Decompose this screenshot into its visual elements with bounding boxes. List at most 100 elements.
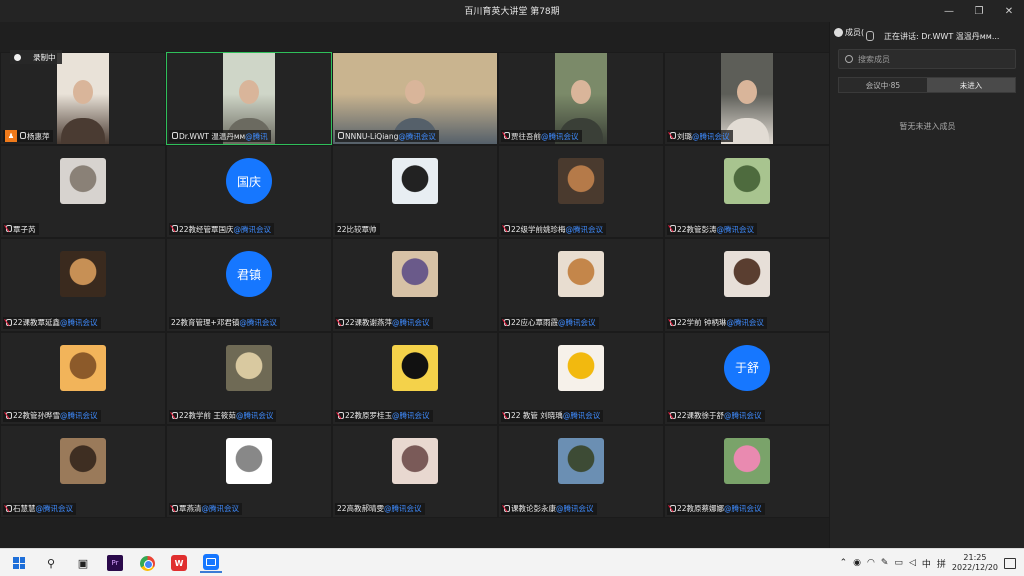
avatar — [60, 437, 106, 484]
participant-tile[interactable]: 22教学前 王筱茹 @腾讯会议 — [166, 331, 332, 425]
system-tray: ⌃ ◉ ◠ ✎ ▭ ◁ 中 拼 21:25 2022/12/20 — [840, 552, 1016, 574]
search-icon[interactable]: ⚲ — [40, 553, 62, 573]
participant-tile[interactable]: 22课教谢燕萍 @腾讯会议 — [332, 238, 498, 332]
participant-tile[interactable]: ♟ 杨惠萍 — [0, 52, 166, 146]
participant-name: 22教原蔡娜娜 — [677, 504, 725, 514]
recording-badge[interactable]: 录制中 — [10, 50, 62, 64]
participant-tile[interactable]: 22教原蔡娜娜 @腾讯会议 — [664, 424, 830, 518]
participant-tile[interactable]: 国庆 22教经管覃国庆 @腾讯会议 — [166, 145, 332, 239]
participant-suffix: @腾讯会议 — [384, 504, 422, 514]
participant-tile[interactable]: NNNU-LiQiang @腾讯会议 — [332, 52, 498, 146]
network-icon[interactable]: ◉ — [853, 558, 861, 568]
participant-suffix: @腾讯会议 — [235, 411, 274, 421]
participant-tile[interactable]: 22教管彭涛 @腾讯会议 — [664, 145, 830, 239]
participant-tile[interactable]: 石慧慧 @腾讯会议 — [0, 424, 166, 518]
participant-nameplate: 22学前 钟柄琳 @腾讯会议 — [667, 316, 767, 329]
mic-muted-icon — [669, 318, 676, 327]
volume-icon[interactable]: ◁ — [909, 558, 916, 568]
participant-tile[interactable]: 22学前 钟柄琳 @腾讯会议 — [664, 238, 830, 332]
ime-indicator[interactable]: 中 — [922, 557, 931, 570]
microphone-icon — [337, 132, 344, 140]
participant-tile[interactable]: 覃燕清 @腾讯会议 — [166, 424, 332, 518]
participant-tile[interactable]: 课教论彭永康 @腾讯会议 — [498, 424, 664, 518]
participant-suffix: @腾讯会议 — [558, 318, 596, 328]
mic-muted-icon — [669, 504, 676, 513]
participant-nameplate: 22级学前姚珍梅 @腾讯会议 — [501, 223, 607, 236]
participant-name: 22教育管理+邓君镇 — [171, 318, 240, 328]
ime-mode-indicator[interactable]: 拼 — [937, 557, 946, 570]
participant-nameplate: 22 教管 刘晓瑀 @腾讯会议 — [501, 409, 604, 422]
members-panel: 成员( 会议中·85 未进入 暂无未进入成员 — [829, 22, 1024, 548]
participant-name: 22教经管覃国庆 — [179, 224, 234, 234]
participant-nameplate: 22教管孙晔雪 @腾讯会议 — [3, 409, 101, 422]
participant-tile[interactable]: 22教原罗桂玉 @腾讯会议 — [332, 331, 498, 425]
start-button[interactable] — [8, 553, 30, 573]
participant-tile[interactable]: 22级学前姚珍梅 @腾讯会议 — [498, 145, 664, 239]
speaking-label: 正在讲话: Dr.WWT 温温丹мм... — [884, 31, 1000, 41]
minimize-button[interactable]: — — [934, 0, 964, 22]
wifi-icon[interactable]: ◠ — [867, 558, 875, 568]
participant-silhouette — [737, 80, 757, 105]
participant-tile[interactable]: 22高教郝晴雯 @腾讯会议 — [332, 424, 498, 518]
tab-not-joined[interactable]: 未进入 — [927, 78, 1015, 92]
participant-suffix: @腾讯会议 — [239, 318, 277, 328]
participant-tile[interactable]: 覃子芮 — [0, 145, 166, 239]
participant-suffix: @腾讯会议 — [724, 411, 762, 421]
premiere-app-icon[interactable]: Pr — [104, 553, 126, 573]
avatar — [226, 437, 272, 484]
participant-nameplate: ♟ 杨惠萍 — [3, 130, 53, 143]
avatar — [558, 437, 604, 484]
maximize-button[interactable]: ❐ — [964, 0, 994, 22]
mic-muted-icon — [669, 132, 676, 140]
empty-state-text: 暂无未进入成员 — [899, 122, 956, 131]
avatar — [558, 158, 604, 205]
avatar — [724, 251, 770, 298]
notification-icon[interactable] — [1004, 557, 1016, 569]
member-search-input[interactable] — [858, 54, 1008, 64]
participant-nameplate: 22课教徐于舒 @腾讯会议 — [667, 409, 765, 422]
pen-icon[interactable]: ✎ — [881, 558, 889, 568]
member-tabs: 会议中·85 未进入 — [838, 77, 1016, 93]
title-bar: 百川育英大讲堂 第78期 — ❐ ✕ — [0, 0, 1024, 22]
participant-tile[interactable]: 22比较覃帅 — [332, 145, 498, 239]
wps-app-icon[interactable]: W — [168, 553, 190, 573]
participant-name: 覃燕清 — [179, 504, 202, 514]
participant-tile[interactable]: 22教管孙晔雪 @腾讯会议 — [0, 331, 166, 425]
tencent-meeting-app-icon[interactable] — [200, 553, 222, 573]
participant-suffix: @腾讯会议 — [562, 411, 601, 421]
participant-tile[interactable]: 君镇 22教育管理+邓君镇 @腾讯会议 — [166, 238, 332, 332]
participant-suffix: @腾讯会议 — [692, 131, 730, 141]
participant-name: 22高教郝晴雯 — [337, 504, 385, 514]
participant-name: Dr.WWT 温温丹мм — [179, 131, 246, 141]
battery-icon[interactable]: ▭ — [894, 558, 903, 568]
participant-tile[interactable]: 22应心覃雨霞 @腾讯会议 — [498, 238, 664, 332]
participant-tile[interactable]: 于舒 22课教徐于舒 @腾讯会议 — [664, 331, 830, 425]
participant-tile[interactable]: 贾往吾前 @腾讯会议 — [498, 52, 664, 146]
participant-suffix: @腾讯会议 — [726, 318, 764, 328]
participant-tile[interactable]: 22 教管 刘晓瑀 @腾讯会议 — [498, 331, 664, 425]
participant-name: 22教管彭涛 — [677, 224, 717, 234]
clock[interactable]: 21:25 2022/12/20 — [952, 553, 998, 573]
member-search[interactable] — [838, 49, 1016, 69]
window-title: 百川育英大讲堂 第78期 — [464, 7, 560, 17]
participant-nameplate: 22教经管覃国庆 @腾讯会议 — [169, 223, 275, 236]
participant-name: 石慧慧 — [13, 504, 36, 514]
participant-name: 课教论彭永康 — [511, 504, 556, 514]
microphone-icon — [866, 31, 874, 41]
participant-tile[interactable]: 22课教覃延鑫 @腾讯会议 — [0, 238, 166, 332]
participant-name: 覃子芮 — [13, 224, 36, 234]
mic-muted-icon — [5, 411, 12, 420]
participant-suffix: @腾讯会议 — [724, 504, 762, 514]
mic-muted-icon — [171, 504, 178, 513]
task-view-icon[interactable]: ▣ — [72, 553, 94, 573]
participant-tile[interactable]: 刘璐 @腾讯会议 — [664, 52, 830, 146]
participant-tile[interactable]: Dr.WWT 温温丹мм @腾讯 — [166, 52, 332, 146]
chevron-up-icon[interactable]: ⌃ — [840, 558, 848, 568]
mic-muted-icon — [171, 225, 178, 233]
avatar — [60, 251, 106, 298]
mic-muted-icon — [503, 318, 510, 327]
tab-in-meeting[interactable]: 会议中·85 — [839, 78, 927, 92]
video-grid: ♟ 杨惠萍 Dr.WWT 温温丹мм @腾讯 NNNU-LiQiang @腾讯会议 贾往吾前… — [0, 52, 830, 518]
chrome-app-icon[interactable] — [136, 553, 158, 573]
close-button[interactable]: ✕ — [994, 0, 1024, 22]
